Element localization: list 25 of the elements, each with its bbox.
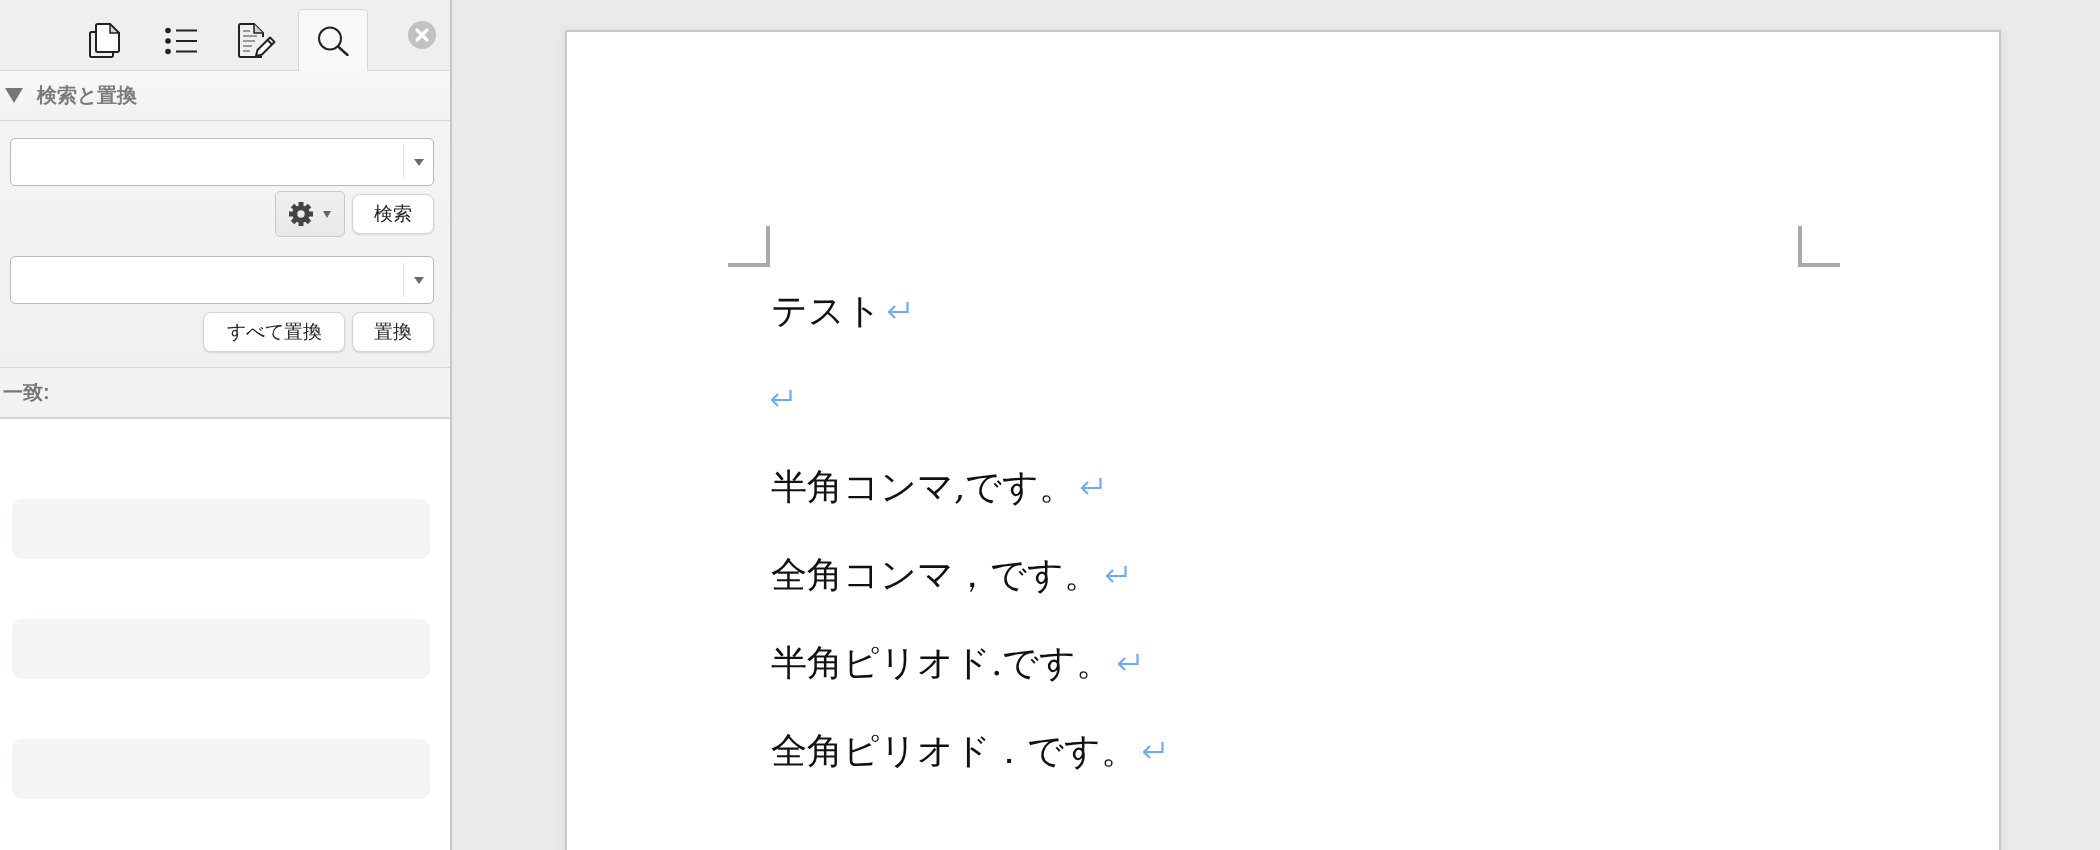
pages-icon[interactable] — [88, 22, 122, 59]
list-icon[interactable] — [165, 26, 197, 55]
disclosure-triangle-icon[interactable] — [5, 88, 23, 103]
results-label: 一致: — [3, 380, 50, 405]
section-header[interactable]: 検索と置換 — [0, 71, 450, 121]
paragraph-text: 半角コンマ,です。 — [771, 464, 1076, 509]
settings-icon[interactable] — [289, 202, 313, 226]
document-pencil-icon[interactable] — [238, 22, 276, 59]
paragraph-text: 半角ピリオド.です。 — [771, 640, 1113, 685]
dropdown-arrow-icon[interactable] — [414, 158, 424, 166]
sidebar-tab[interactable] — [298, 9, 368, 71]
replace-field[interactable] — [10, 256, 434, 304]
caret-icon[interactable] — [323, 210, 331, 218]
paragraph-text: テスト — [771, 288, 882, 333]
replace-button[interactable]: 置換 — [352, 312, 434, 352]
paragraph-text: 全角コンマ，です。 — [771, 552, 1100, 597]
search-button[interactable]: 検索 — [352, 194, 434, 234]
corner-mark-icon — [728, 226, 770, 267]
dropdown-arrow-icon[interactable] — [414, 276, 424, 284]
options-button[interactable] — [275, 191, 345, 237]
find-field[interactable] — [10, 138, 434, 186]
paragraph-text: 全角ピリオド．です。 — [771, 728, 1137, 773]
replace-all-button[interactable]: すべて置換 — [203, 312, 345, 352]
corner-mark-icon — [1798, 226, 1840, 267]
search-icon[interactable] — [317, 25, 349, 56]
